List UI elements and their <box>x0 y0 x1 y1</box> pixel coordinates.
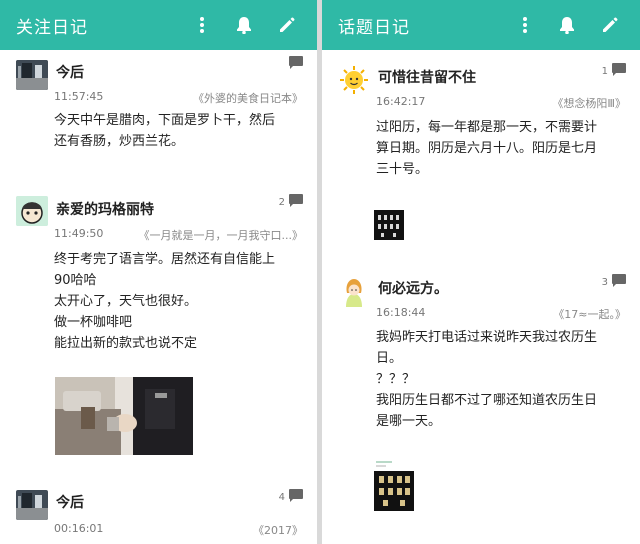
comment-count: 3 <box>601 277 608 288</box>
app-bar: 关注日记 <box>0 0 317 50</box>
notifications-button[interactable] <box>546 4 588 46</box>
entry-line: 90哈哈 <box>54 273 97 288</box>
more-vertical-icon <box>523 17 527 33</box>
avatar[interactable] <box>338 277 370 307</box>
author-name[interactable]: 可惜往昔留不住 <box>378 67 476 87</box>
page-title: 关注日记 <box>16 17 88 38</box>
diary-book-link[interactable]: 《17≈一起。》 <box>553 306 626 322</box>
diary-entry[interactable]: 今后 4 00:16:01 《2017》 <box>0 480 317 544</box>
comment-button[interactable]: 2 <box>279 194 303 208</box>
entry-line: 我阳历生日都不过了哪还知道农历生日 <box>376 393 598 408</box>
write-button[interactable] <box>265 4 307 46</box>
more-button[interactable] <box>181 4 223 46</box>
comment-button[interactable] <box>289 56 303 69</box>
entry-line: 算日期。阴历是六月十八。阳历是七月 <box>376 141 598 156</box>
bell-icon <box>237 17 251 34</box>
comment-icon <box>289 489 303 502</box>
attached-photo[interactable] <box>374 457 414 511</box>
author-name[interactable]: 今后 <box>56 62 84 82</box>
diary-entry[interactable]: 今后 11:57:45 《外婆的美食日记本》 今天中午是腊肉，下面是罗卜干，然后… <box>0 50 317 190</box>
entry-line: 能拉出新的款式也说不定 <box>54 336 198 351</box>
more-vertical-icon <box>200 17 204 33</box>
write-button[interactable] <box>588 4 630 46</box>
app-bar: 话题日记 <box>322 0 640 50</box>
post-time: 16:18:44 <box>376 306 426 319</box>
avatar[interactable] <box>16 196 48 226</box>
avatar[interactable] <box>338 65 370 95</box>
author-name[interactable]: 何必远方。 <box>378 278 448 298</box>
entry-line: 过阳历，每一年都是那一天，不需要计 <box>376 120 598 135</box>
entry-line: 三十号。 <box>376 162 429 177</box>
post-time: 11:49:50 <box>54 227 104 240</box>
diary-entry[interactable]: 亲爱的玛格丽特 2 11:49:50 《一月就是一月，一月我守口...》 终于考… <box>0 190 317 480</box>
entry-line: 太开心了，天气也很好。 <box>54 294 198 309</box>
entry-text: 终于考完了语言学。居然还有自信能上 90哈哈 太开心了，天气也很好。 做一杯咖啡… <box>54 249 303 354</box>
topic-diary-panel: 话题日记 可惜往昔留不住 1 16:42:17 《想念杨阳Ⅲ》 过阳历，每一年都… <box>322 0 640 544</box>
coffee-photo[interactable] <box>55 377 193 455</box>
author-name[interactable]: 今后 <box>56 492 84 512</box>
pencil-icon <box>602 17 617 32</box>
comment-button[interactable]: 1 <box>602 63 626 77</box>
entry-line: 是哪一天。 <box>376 414 442 429</box>
entry-text: 过阳历，每一年都是那一天，不需要计 算日期。阴历是六月十八。阳历是七月 三十号。 <box>376 117 626 180</box>
diary-book-link[interactable]: 《一月就是一月，一月我守口...》 <box>139 227 304 243</box>
entry-text: 今天中午是腊肉，下面是罗卜干，然后 还有香肠，炒西兰花。 <box>54 110 303 152</box>
comment-icon <box>612 63 626 76</box>
comment-count: 4 <box>278 492 285 503</box>
entry-line: 日。 <box>376 351 403 366</box>
post-time: 00:16:01 <box>54 522 104 535</box>
post-time: 11:57:45 <box>54 90 104 103</box>
diary-entry[interactable]: 可惜往昔留不住 1 16:42:17 《想念杨阳Ⅲ》 过阳历，每一年都是那一天，… <box>322 50 640 260</box>
bell-icon <box>560 17 574 34</box>
attached-photo[interactable] <box>374 210 404 240</box>
entry-text: 我妈昨天打电话过来说昨天我过农历生 日。 ？？？ 我阳历生日都不过了哪还知道农历… <box>376 327 626 432</box>
entry-line: 我妈昨天打电话过来说昨天我过农历生 <box>376 330 598 345</box>
more-button[interactable] <box>504 4 546 46</box>
avatar[interactable] <box>16 60 48 90</box>
comment-button[interactable]: 4 <box>279 489 303 503</box>
post-time: 16:42:17 <box>376 95 426 108</box>
pencil-icon <box>279 17 294 32</box>
comment-icon <box>289 56 303 69</box>
entry-line: 做一杯咖啡吧 <box>54 315 133 330</box>
entry-line: ？？？ <box>376 372 416 387</box>
diary-book-link[interactable]: 《外婆的美食日记本》 <box>193 90 303 106</box>
author-name[interactable]: 亲爱的玛格丽特 <box>56 199 154 219</box>
following-diary-panel: 关注日记 今后 11:57:45 《外婆的美食日记本》 今天中午是腊肉，下面是罗… <box>0 0 317 544</box>
page-title: 话题日记 <box>338 17 410 38</box>
avatar[interactable] <box>16 490 48 520</box>
entry-line: 今天中午是腊肉，下面是罗卜干，然后 <box>54 113 276 128</box>
comment-count: 1 <box>601 66 608 77</box>
diary-book-link[interactable]: 《2017》 <box>253 522 303 538</box>
entry-line: 还有香肠，炒西兰花。 <box>54 134 185 149</box>
entry-line: 终于考完了语言学。居然还有自信能上 <box>54 252 276 267</box>
diary-book-link[interactable]: 《想念杨阳Ⅲ》 <box>552 95 626 111</box>
comment-count: 2 <box>278 197 285 208</box>
notifications-button[interactable] <box>223 4 265 46</box>
comment-icon <box>289 194 303 207</box>
comment-button[interactable]: 3 <box>602 274 626 288</box>
diary-entry[interactable]: 何必远方。 3 16:18:44 《17≈一起。》 我妈昨天打电话过来说昨天我过… <box>322 265 640 544</box>
comment-icon <box>612 274 626 287</box>
